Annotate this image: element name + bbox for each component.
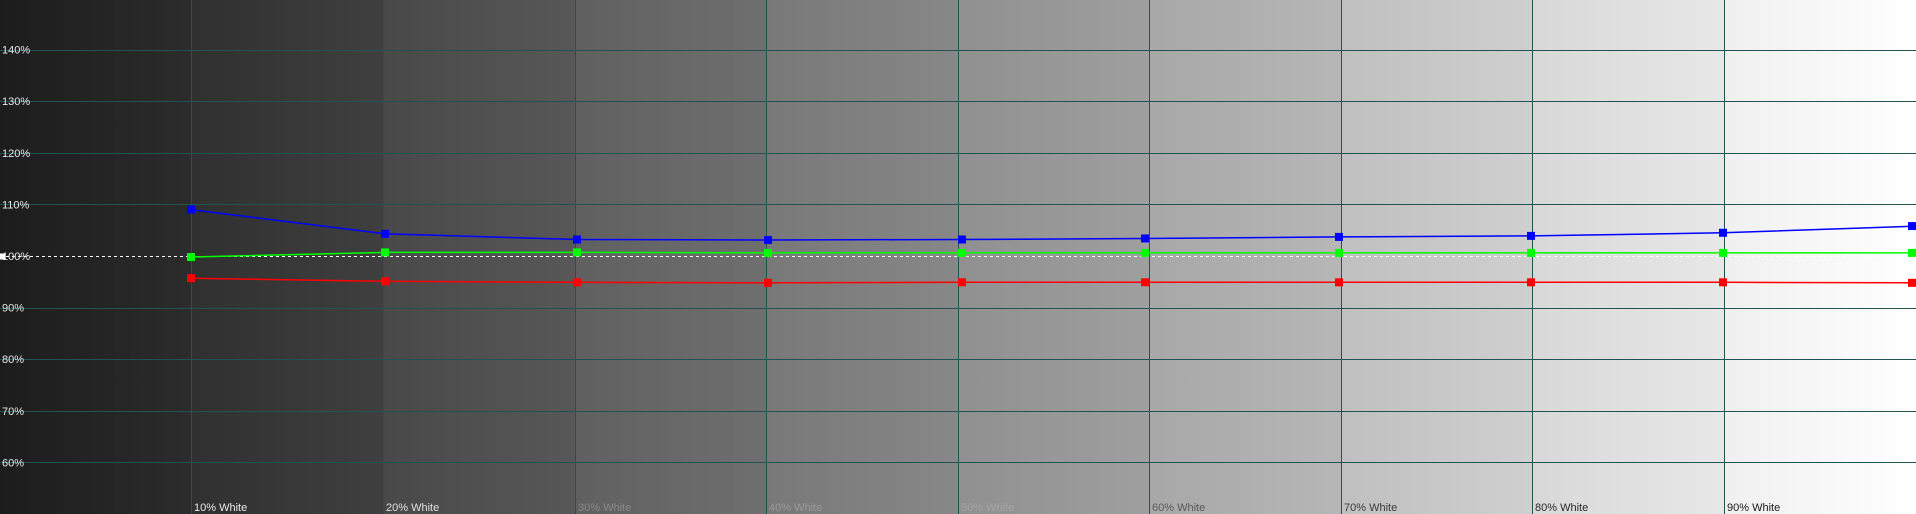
- data-point-red-2: [381, 277, 389, 286]
- data-point-red-9: [1719, 278, 1727, 287]
- x-tick-label: 10% White: [194, 502, 247, 514]
- x-tick-label: 50% White: [961, 502, 1014, 514]
- data-point-blue-9: [1719, 228, 1727, 237]
- data-point-blue-6: [1141, 234, 1149, 243]
- data-point-green-6: [1141, 248, 1149, 257]
- data-point-green-3: [573, 248, 581, 257]
- x-tick-label: 70% White: [1344, 502, 1397, 514]
- chart-container: 60% 70% 80% 90% 100% 110% 120% 130% 140% 10% Whi…: [0, 0, 1916, 514]
- data-point-blue-5: [958, 235, 966, 244]
- x-tick-label: 40% White: [769, 502, 822, 514]
- data-point-blue-10: [1908, 222, 1916, 231]
- data-point-green-7: [1335, 248, 1343, 257]
- y-tick-label: 70%: [2, 406, 24, 418]
- data-point-red-7: [1335, 278, 1343, 287]
- data-point-blue-7: [1335, 232, 1343, 241]
- data-point-blue-1: [187, 205, 195, 214]
- data-point-red-5: [958, 278, 966, 287]
- data-point-red-10: [1908, 278, 1916, 287]
- x-tick-label: 90% White: [1727, 502, 1780, 514]
- data-point-red-1: [187, 274, 195, 283]
- data-point-blue-2: [381, 229, 389, 238]
- chart-svg: 60% 70% 80% 90% 100% 110% 120% 130% 140% 10% Whi…: [0, 0, 1916, 514]
- x-tick-label: 30% White: [578, 502, 631, 514]
- x-axis-tick-labels: 10% White 20% White 30% White 40% White 50% …: [194, 502, 1780, 514]
- x-tick-label: 80% White: [1535, 502, 1588, 514]
- data-point-red-3: [573, 278, 581, 287]
- data-point-green-2: [381, 248, 389, 257]
- data-point-blue-3: [573, 235, 581, 244]
- y-tick-label: 110%: [2, 199, 30, 211]
- y-tick-label: 60%: [2, 457, 24, 469]
- data-point-red-8: [1527, 278, 1535, 287]
- x-tick-label: 20% White: [386, 502, 439, 514]
- y-tick-label: 100%: [2, 251, 30, 263]
- data-point-red-6: [1141, 278, 1149, 287]
- gray-column-shade-4: [575, 0, 766, 514]
- data-point-blue-8: [1527, 231, 1535, 240]
- data-point-green-9: [1719, 248, 1727, 257]
- x-tick-label: 60% White: [1152, 502, 1205, 514]
- data-point-green-10: [1908, 248, 1916, 257]
- y-tick-label: 120%: [2, 148, 30, 160]
- data-point-red-4: [764, 278, 772, 287]
- y-tick-label: 80%: [2, 354, 24, 366]
- y-tick-label: 140%: [2, 45, 30, 57]
- data-point-green-5: [958, 248, 966, 257]
- y-tick-label: 130%: [2, 96, 30, 108]
- data-point-blue-4: [764, 236, 772, 245]
- y-tick-label: 90%: [2, 303, 24, 315]
- data-point-green-8: [1527, 248, 1535, 257]
- data-point-green-4: [764, 248, 772, 257]
- data-point-green-1: [187, 253, 195, 262]
